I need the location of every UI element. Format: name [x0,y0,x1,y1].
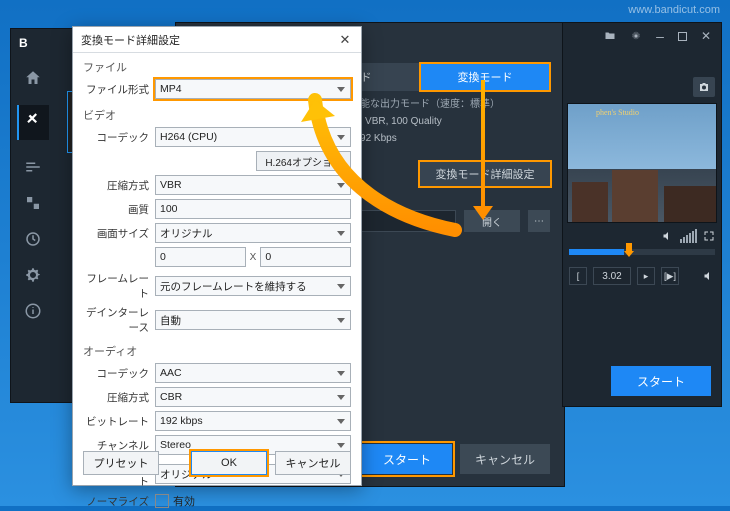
deinterlace-label: デインターレース [83,305,155,335]
group-video: ビデオ [73,101,361,125]
dialog-title: 変換モード詳細設定 [81,32,180,48]
volume-meter [680,229,697,243]
width-input[interactable]: 0 [155,247,246,267]
compression-label: 圧縮方式 [83,178,155,193]
quality-input[interactable]: 100 [155,199,351,219]
audio-compression-label: 圧縮方式 [83,390,155,405]
mark-in-button[interactable]: [ [569,267,587,285]
video-codec-label: コーデック [83,130,155,145]
gear-icon[interactable] [630,30,642,42]
group-audio: オーディオ [73,337,361,361]
video-codec-select[interactable]: H264 (CPU) [155,127,351,147]
merge-icon[interactable] [24,194,42,212]
fullscreen-icon[interactable] [703,230,715,242]
gear-icon[interactable] [24,266,42,284]
dialog-cancel-button[interactable]: キャンセル [275,451,351,475]
normalize-checkbox-label: 有効 [173,493,195,509]
close-icon[interactable]: ✕ [701,29,711,43]
bitrate-select[interactable]: 192 kbps [155,411,351,431]
main-window: – ✕ phen's Studio [ ▸ [▶] スタート [562,22,722,407]
file-format-select[interactable]: MP4 [155,79,351,99]
size-select[interactable]: オリジナル [155,223,351,243]
history-icon[interactable] [24,230,42,248]
watermark: www.bandicut.com [628,4,720,16]
advanced-settings-dialog: 変換モード詳細設定 ✕ ファイル ファイル形式 MP4 ビデオ コーデック H2… [72,26,362,486]
audio-compression-select[interactable]: CBR [155,387,351,407]
video-preview: phen's Studio [567,103,717,223]
framerate-label: フレームレート [83,271,155,301]
height-input[interactable]: 0 [260,247,351,267]
preview-sign: phen's Studio [596,108,639,117]
deinterlace-select[interactable]: 自動 [155,310,351,330]
playhead-handle[interactable] [624,243,634,261]
info-icon[interactable] [24,302,42,320]
compression-select[interactable]: VBR [155,175,351,195]
bitrate-label: ビットレート [83,414,155,429]
start-button[interactable]: スタート [362,444,452,474]
normalize-label: ノーマライズ [83,494,155,509]
more-button[interactable]: ⋯ [528,210,550,232]
step-next-button[interactable]: ▸ [637,267,655,285]
close-button[interactable]: ✕ [337,32,353,48]
framerate-select[interactable]: 元のフレームレートを維持する [155,276,351,296]
group-file: ファイル [73,53,361,77]
time-input[interactable] [593,267,631,285]
size-label: 画面サイズ [83,226,155,241]
tune-icon[interactable] [24,158,42,176]
file-format-label: ファイル形式 [83,82,155,97]
main-start-button[interactable]: スタート [611,366,711,396]
snapshot-button[interactable] [693,77,715,97]
mark-out-button[interactable]: [▶] [661,267,679,285]
minimize-icon[interactable]: – [656,32,664,40]
x-separator: X [250,252,257,263]
volume-icon[interactable] [662,230,674,242]
cut-tool[interactable] [17,105,49,140]
annotation-arrow-down [475,80,491,220]
home-icon[interactable] [24,69,42,87]
audio-codec-label: コーデック [83,366,155,381]
h264-options-button[interactable]: H.264オプション [256,151,351,171]
sound-icon[interactable] [703,270,715,282]
preset-button[interactable]: プリセット [83,451,159,475]
folder-icon[interactable] [604,30,616,42]
maximize-icon[interactable] [678,32,687,41]
audio-codec-select[interactable]: AAC [155,363,351,383]
back-sidebar [11,57,55,402]
timeline[interactable] [569,249,715,255]
ok-button[interactable]: OK [191,451,267,475]
cancel-button[interactable]: キャンセル [460,444,550,474]
quality-label: 画質 [83,202,155,217]
